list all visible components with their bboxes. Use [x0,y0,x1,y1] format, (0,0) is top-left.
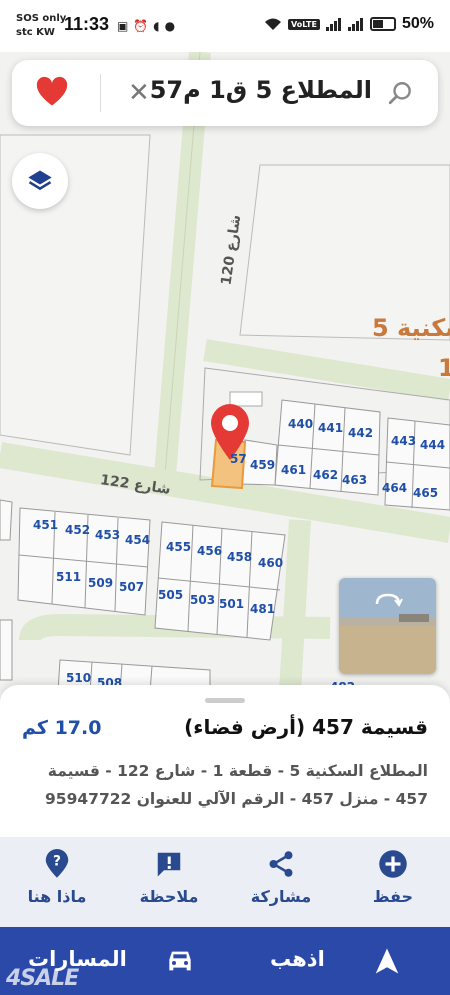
save-label: حفظ [372,887,414,906]
area-label: سكنية 5 [372,314,450,342]
rotate-360-icon [375,593,403,607]
plot-number: 451 [33,518,59,532]
question-pin-icon: ? [45,849,69,878]
save-button[interactable]: حفظ [348,849,438,906]
plot-number: 460 [258,556,284,570]
share-icon [269,851,293,877]
selected-plot-label: 57 [230,452,247,466]
svg-text:?: ? [53,853,61,869]
plot-number: 456 [197,544,223,558]
plot-number: 443 [391,434,417,448]
search-divider [100,74,101,112]
carrier-line1: SOS only [16,13,67,24]
plot-number: 441 [318,421,344,435]
layers-icon [28,170,52,191]
plot-number: 462 [313,468,339,482]
address-line2: 457 - منزل 457 - الرقم الآلي للعنوان 959… [45,790,428,808]
plot-number: 481 [250,602,276,616]
layers-button[interactable] [12,153,68,209]
battery-icon [369,17,396,31]
plot-number: 511 [56,570,82,584]
search-icon[interactable] [388,80,414,106]
signal-icon [325,18,341,31]
notification-icons: ▣ ⏰ ◖ ● [117,19,175,33]
note-label: ملاحظة [139,887,199,906]
signal-icon-2 [347,18,363,31]
plot-number: 505 [158,588,184,602]
area-label-2: 1 [438,354,450,382]
plot-number: 455 [166,540,192,554]
feedback-icon [157,852,181,877]
place-address: المطلاع السكنية 5 - قطعة 1 - شارع 122 - … [18,757,428,813]
plot-number: 452 [65,523,91,537]
car-icon[interactable] [164,945,196,977]
search-query[interactable]: المطلاع 5 ق1 م57 [150,76,372,104]
wifi-icon [265,18,282,30]
clock: 11:33 [64,14,110,34]
location-icon: ● [164,19,176,33]
plot-number: 454 [125,533,151,547]
place-details-sheet[interactable]: قسيمة 457 (أرض فضاء) 17.0 كم المطلاع الس… [0,685,450,995]
add-circle-icon [379,850,407,878]
share-label: مشاركة [250,887,312,906]
battery-fill [372,20,383,28]
plot-number: 501 [219,597,245,611]
plot-number: 463 [342,473,368,487]
plot-number: 464 [382,481,408,495]
street-view-thumbnail[interactable] [339,578,436,674]
plot-number: 510 [66,671,92,685]
system-indicators: VoLTE 50% [264,15,434,33]
status-bar: SOS only stc KW 11:33 ▣ ⏰ ◖ ● VoLTE 50% [0,0,450,52]
volte-badge: VoLTE [288,18,320,30]
navigation-bar: اذهب المسارات 4SALE [0,927,450,995]
alarm-icon: ⏰ [133,19,149,33]
plot-number: 507 [119,580,145,594]
note-button[interactable]: ملاحظة [124,849,214,906]
plot-number: 440 [288,417,314,431]
plot-number: 509 [88,576,114,590]
plot-number: 461 [281,463,307,477]
headset-icon: ◖ [153,19,160,33]
plot-number: 458 [227,550,253,564]
go-button[interactable]: اذهب [270,947,325,971]
nfc-icon: ▣ [117,19,129,33]
sheet-handle[interactable] [205,698,245,703]
whats-here-button[interactable]: ? ماذا هنا [12,849,102,906]
carrier-label: SOS only stc KW [16,12,66,40]
share-button[interactable]: مشاركة [236,849,326,906]
place-title: قسيمة 457 (أرض فضاء) [184,715,428,739]
plot-number: 503 [190,593,216,607]
action-bar: حفظ مشاركة ملاحظة ? ماذا هنا [0,837,450,927]
clear-search-icon[interactable]: ✕ [128,80,150,106]
plot-number: 465 [413,486,439,500]
carrier-line2: stc KW [16,27,55,38]
place-distance: 17.0 كم [22,717,102,739]
search-bar[interactable]: ✕ المطلاع 5 ق1 م57 [12,60,438,126]
watermark-logo: 4SALE [6,966,79,991]
navigate-arrow-icon[interactable] [372,946,402,976]
whats-here-label: ماذا هنا [27,887,87,906]
plot-number: 442 [348,426,374,440]
plot-number: 459 [250,458,276,472]
plot-number: 444 [420,438,446,452]
plot-number: 453 [95,528,121,542]
battery-percent: 50% [401,15,434,32]
address-line1: المطلاع السكنية 5 - قطعة 1 - شارع 122 - … [47,762,428,780]
favorite-heart-icon[interactable] [34,74,70,110]
